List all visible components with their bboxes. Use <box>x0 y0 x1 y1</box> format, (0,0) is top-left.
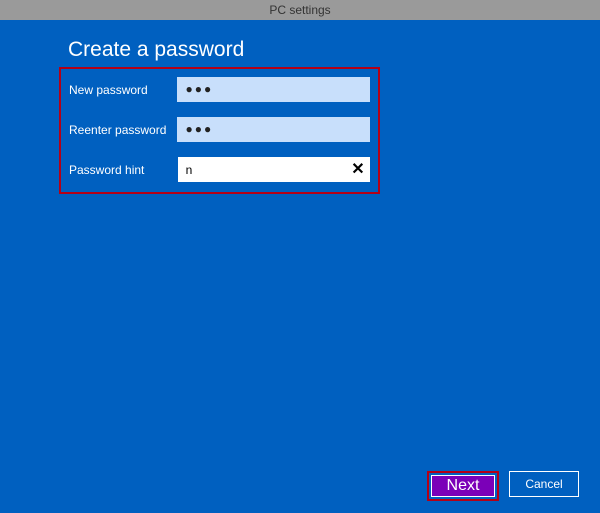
create-password-page: Create a password New password ●●● Reent… <box>0 20 600 513</box>
password-hint-row: Password hint ✕ <box>69 157 370 182</box>
reenter-password-input[interactable]: ●●● <box>177 117 370 142</box>
window-titlebar: PC settings <box>0 0 600 20</box>
password-hint-label: Password hint <box>69 163 178 177</box>
new-password-row: New password ●●● <box>69 77 370 102</box>
password-form: New password ●●● Reenter password ●●● Pa… <box>59 67 380 194</box>
cancel-button[interactable]: Cancel <box>509 471 579 497</box>
reenter-password-row: Reenter password ●●● <box>69 117 370 142</box>
new-password-label: New password <box>69 83 177 97</box>
password-hint-input[interactable] <box>178 157 370 182</box>
password-hint-input-wrap: ✕ <box>178 157 370 182</box>
new-password-input[interactable]: ●●● <box>177 77 370 102</box>
clear-input-icon[interactable]: ✕ <box>346 157 370 182</box>
reenter-password-label: Reenter password <box>69 123 177 137</box>
page-title: Create a password <box>68 38 244 62</box>
next-button-highlight: Next <box>427 471 499 501</box>
footer-buttons: Next Cancel <box>427 471 579 501</box>
next-button[interactable]: Next <box>431 475 495 497</box>
